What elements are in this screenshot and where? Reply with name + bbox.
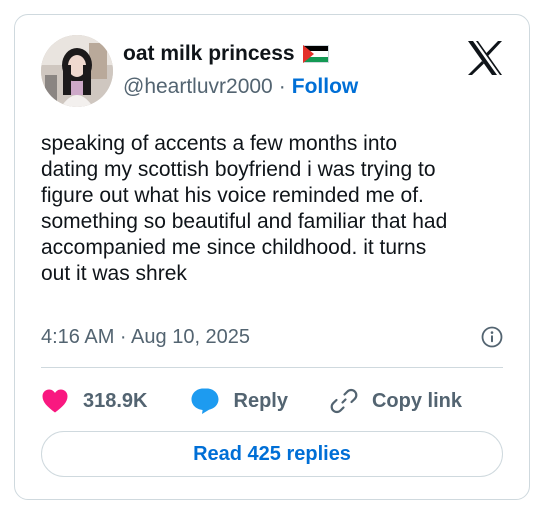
separator-dot: · [278,75,286,98]
action-bar: 318.9K Reply Copy link [41,381,504,421]
info-icon[interactable] [481,326,503,348]
palestine-flag-icon [302,45,329,63]
read-replies-button[interactable]: Read 425 replies [41,431,503,477]
like-count: 318.9K [83,389,148,412]
avatar-image [41,35,113,107]
heart-icon [41,388,69,414]
reply-button[interactable]: Reply [190,387,288,415]
tweet-meta: 4:16 AM · Aug 10, 2025 [41,323,503,351]
author-info: oat milk princess @heartluvr2000 · Follo… [123,39,358,101]
reply-label: Reply [233,389,288,412]
follow-button[interactable]: Follow [292,75,359,99]
name-row: oat milk princess [123,39,358,69]
x-logo-icon[interactable] [467,41,503,75]
display-name[interactable]: oat milk princess [123,42,295,66]
divider [41,367,503,368]
copy-link-button[interactable]: Copy link [330,387,462,415]
handle-row: @heartluvr2000 · Follow [123,73,358,101]
tweet-header: oat milk princess @heartluvr2000 · Follo… [41,35,503,111]
tweet-text: speaking of accents a few months into da… [41,132,448,285]
avatar[interactable] [41,35,113,107]
tweet-timestamp[interactable]: 4:16 AM · Aug 10, 2025 [41,326,250,349]
link-icon [330,387,358,415]
author-handle[interactable]: @heartluvr2000 [123,75,273,99]
reply-bubble-icon [190,387,220,415]
tweet-card: oat milk princess @heartluvr2000 · Follo… [14,14,530,500]
copy-link-label: Copy link [371,389,462,412]
like-button[interactable]: 318.9K [41,388,148,414]
